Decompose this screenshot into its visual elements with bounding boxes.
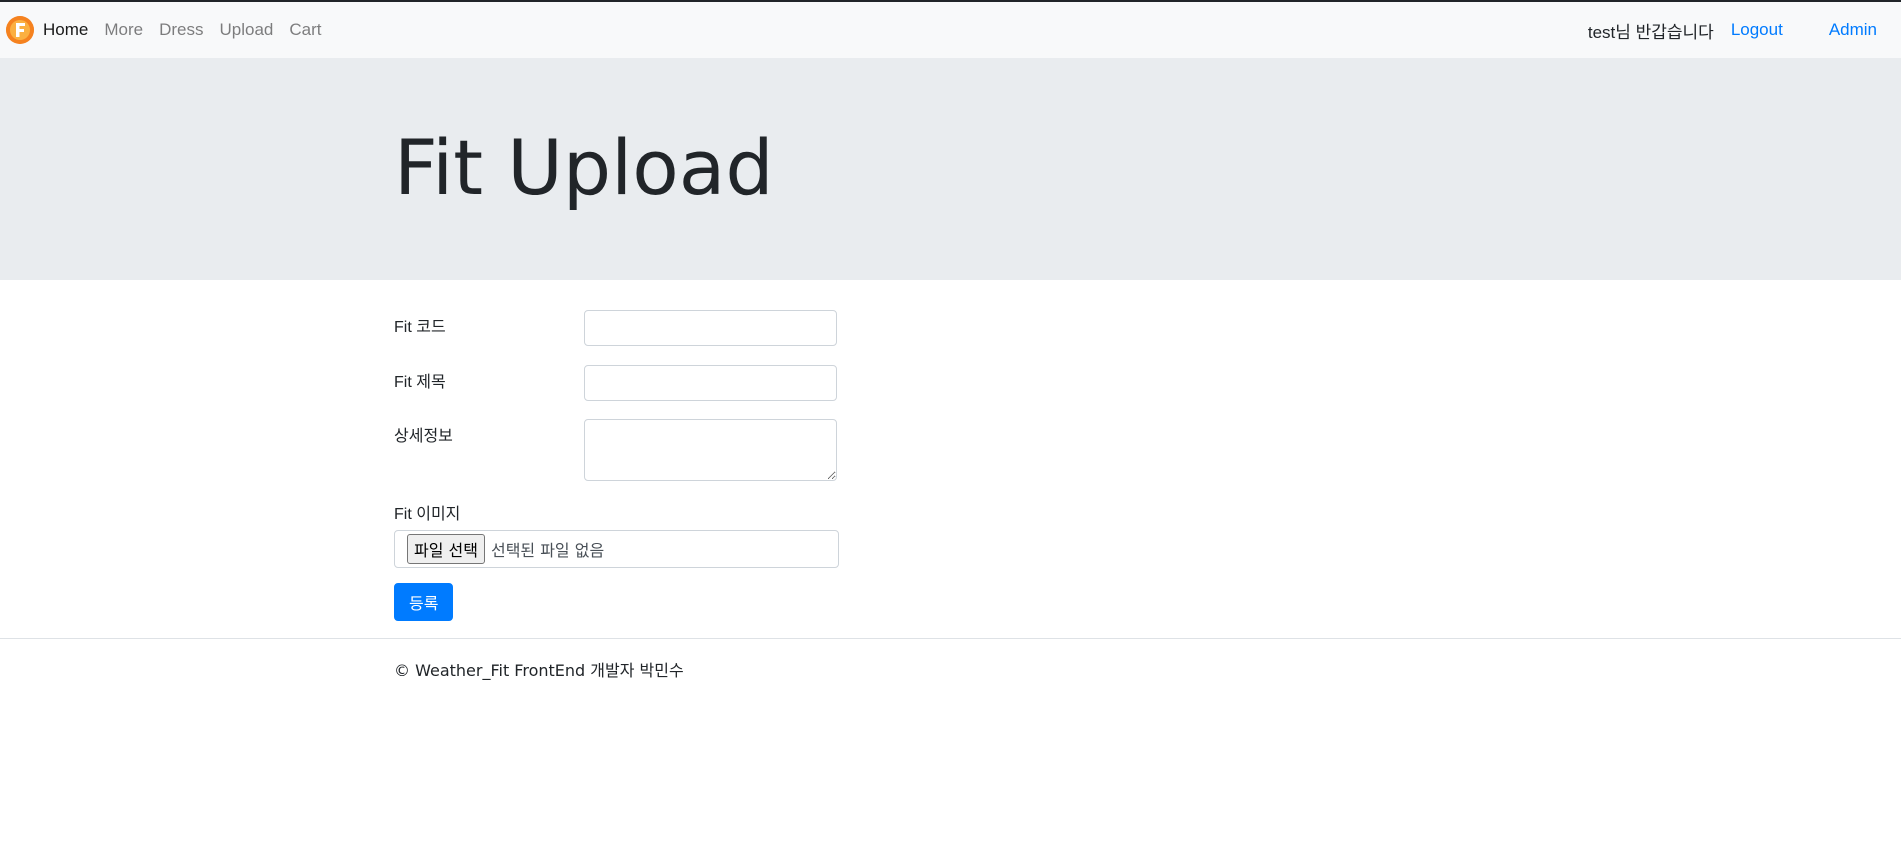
nav-link-more[interactable]: More bbox=[104, 20, 143, 40]
f-letter-logo-svg bbox=[6, 16, 34, 44]
nav-link-dress[interactable]: Dress bbox=[159, 20, 203, 40]
file-status-text: 선택된 파일 없음 bbox=[490, 541, 605, 560]
f-letter-logo-icon[interactable] bbox=[6, 16, 34, 44]
jumbotron-header: Fit Upload bbox=[0, 58, 1901, 280]
fit-code-input[interactable] bbox=[584, 310, 837, 346]
submit-button[interactable]: 등록 bbox=[394, 583, 454, 621]
file-select-button[interactable]: 파일 선택 bbox=[407, 534, 485, 564]
fit-title-input[interactable] bbox=[584, 365, 837, 401]
nav-user-area: test님 반갑습니다 Logout Admin bbox=[1588, 2, 1877, 58]
nav-links: Home More Dress Upload Cart bbox=[43, 2, 338, 58]
nav-link-upload[interactable]: Upload bbox=[220, 20, 274, 40]
footer-divider bbox=[0, 638, 1901, 639]
logout-link[interactable]: Logout bbox=[1731, 20, 1783, 40]
user-greeting: test님 반갑습니다 bbox=[1587, 22, 1714, 42]
fit-image-label: Fit 이미지 bbox=[394, 506, 461, 523]
page-title: Fit Upload bbox=[394, 123, 774, 212]
admin-link[interactable]: Admin bbox=[1829, 20, 1877, 40]
fit-code-label: Fit 코드 bbox=[394, 319, 446, 336]
footer-copyright: © Weather_Fit FrontEnd 개발자 박민수 bbox=[394, 661, 684, 680]
fit-detail-label: 상세정보 bbox=[394, 428, 453, 445]
fit-image-file-input[interactable]: 파일 선택 선택된 파일 없음 bbox=[394, 530, 839, 568]
fit-detail-textarea[interactable] bbox=[584, 419, 837, 481]
navbar: Home More Dress Upload Cart test님 반갑습니다 … bbox=[0, 2, 1901, 58]
fit-title-label: Fit 제목 bbox=[394, 374, 446, 391]
nav-link-home[interactable]: Home bbox=[43, 20, 88, 40]
nav-link-cart[interactable]: Cart bbox=[289, 20, 321, 40]
